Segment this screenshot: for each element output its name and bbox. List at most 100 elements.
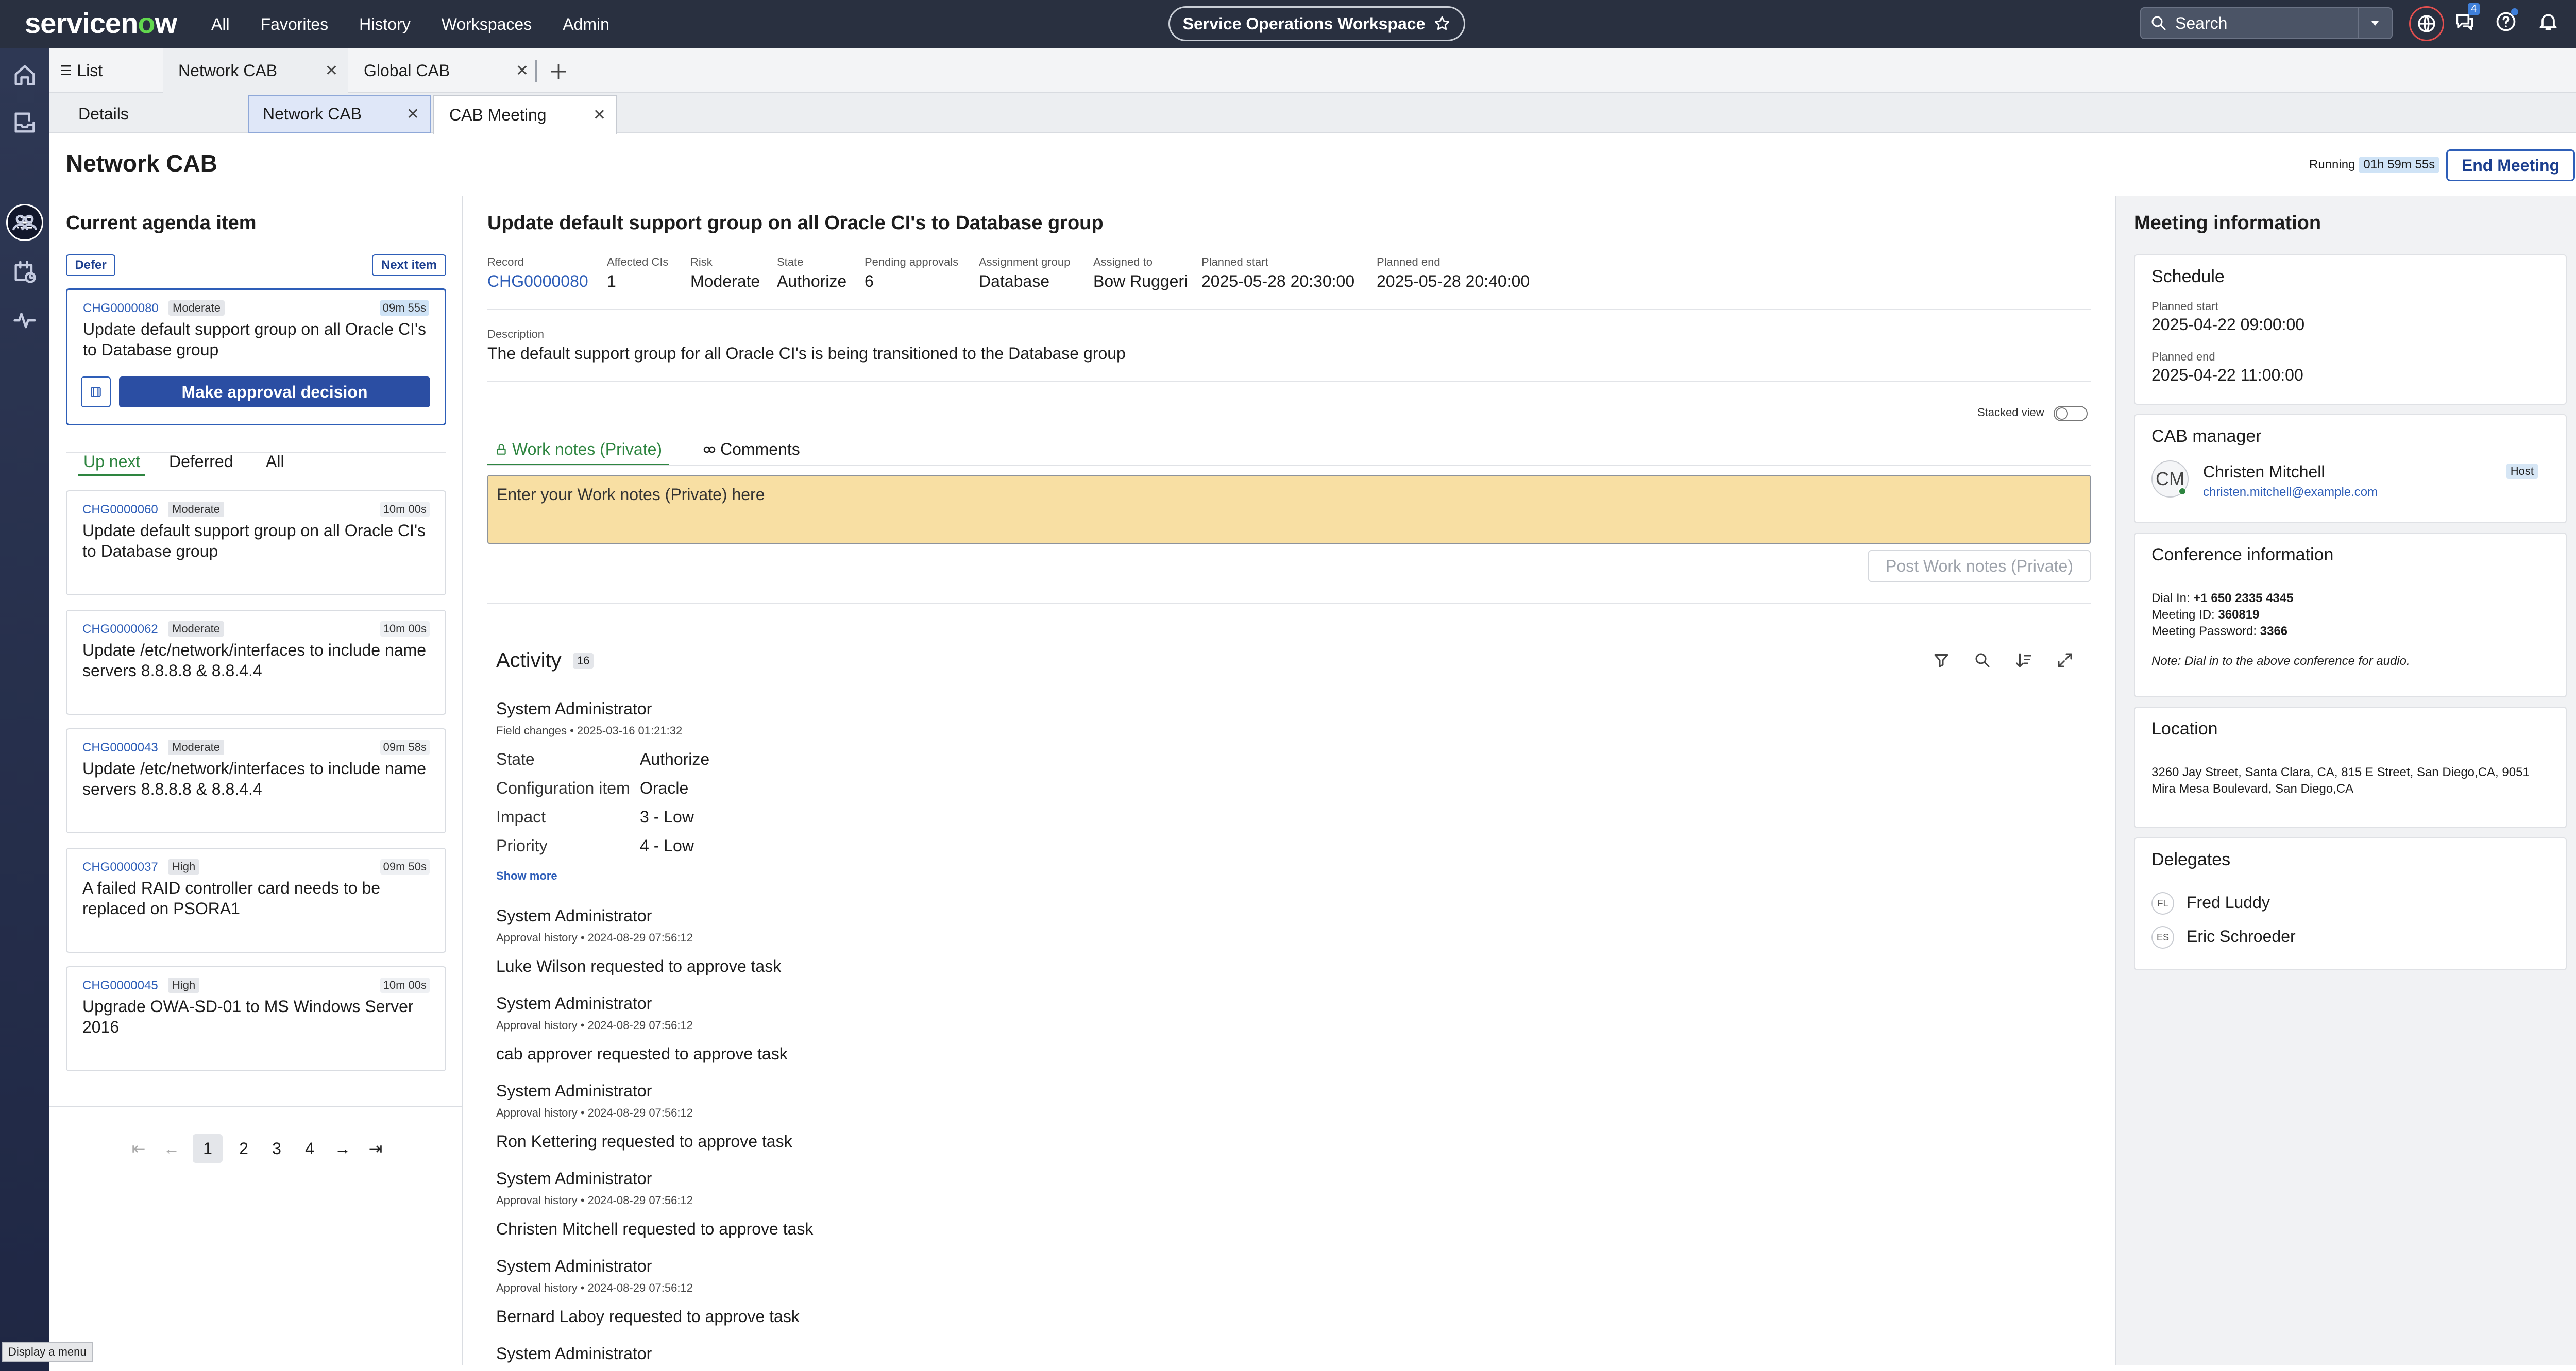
search-scope-dropdown[interactable] (2358, 8, 2392, 38)
tab-network-cab[interactable]: Network CAB ✕ (163, 48, 348, 93)
change-value: 3 - Low (640, 808, 694, 826)
post-work-notes-button[interactable]: Post Work notes (Private) (1868, 550, 2091, 582)
global-search[interactable]: Search (2140, 7, 2393, 39)
pause-button[interactable] (81, 376, 111, 407)
page-2[interactable]: 2 (232, 1139, 256, 1158)
star-icon[interactable] (1433, 15, 1451, 32)
tab-deferred[interactable]: Deferred (169, 452, 233, 471)
tab-all[interactable]: All (266, 452, 284, 471)
record-tabs: Details Network CAB ✕ CAB Meeting ✕ ⋯ (49, 93, 2576, 134)
meeting-info-heading: Meeting information (2134, 212, 2321, 234)
tab-global-cab[interactable]: Global CAB ✕ (353, 48, 539, 93)
close-icon[interactable]: ✕ (325, 62, 338, 80)
notifications-button[interactable] (2537, 10, 2563, 36)
tab-underline (487, 465, 2091, 466)
tab-up-next[interactable]: Up next (78, 452, 146, 476)
next-item-button[interactable]: Next item (372, 254, 446, 276)
agenda-title: Upgrade OWA-SD-01 to MS Windows Server 2… (82, 997, 414, 1036)
filter-button[interactable] (1932, 651, 1953, 672)
nav-workspaces[interactable]: Workspaces (442, 15, 532, 34)
servicenow-logo[interactable]: servicenow (25, 6, 177, 40)
agenda-item[interactable]: CHG0000043 Moderate 09m 58s Update /etc/… (66, 728, 446, 833)
page-3[interactable]: 3 (265, 1139, 289, 1158)
rail-home[interactable] (11, 62, 38, 89)
close-icon[interactable]: ✕ (593, 106, 606, 124)
change-number[interactable]: CHG0000043 (82, 741, 158, 755)
activity-author: System Administrator (496, 699, 652, 718)
first-page-icon[interactable]: ⇤ (127, 1139, 150, 1158)
manager-avatar: CM (2151, 460, 2189, 498)
workspace-pill[interactable]: Service Operations Workspace (1168, 6, 1465, 41)
home-icon (14, 65, 35, 85)
search-input[interactable]: Search (2175, 14, 2227, 33)
risk-tag: High (168, 978, 200, 993)
agenda-time: 10m 00s (380, 978, 430, 993)
last-page-icon[interactable]: ⇥ (364, 1139, 387, 1158)
rail-activity[interactable] (11, 306, 38, 333)
field-label: State (777, 255, 804, 268)
tab-cab-meeting[interactable]: CAB Meeting ✕ (433, 95, 617, 134)
field-value: Database (979, 272, 1049, 290)
chat-button[interactable]: 4 (2453, 3, 2480, 36)
rail-groups[interactable] (11, 209, 38, 236)
pulse-icon (13, 313, 36, 329)
agenda-item[interactable]: CHG0000060 Moderate 10m 00s Update defau… (66, 490, 446, 595)
tab-label: Network CAB (178, 61, 278, 80)
field-label: Planned end (1377, 255, 1440, 268)
agenda-title: A failed RAID controller card needs to b… (82, 879, 381, 918)
next-page-icon[interactable]: → (331, 1139, 354, 1158)
pagination-divider (49, 1106, 462, 1107)
search-icon (1975, 653, 1990, 667)
tab-details[interactable]: Details (63, 95, 228, 133)
agenda-heading: Current agenda item (66, 212, 257, 234)
end-meeting-button[interactable]: End Meeting (2446, 149, 2575, 181)
defer-button[interactable]: Defer (66, 254, 115, 276)
agenda-item[interactable]: CHG0000045 High 10m 00s Upgrade OWA-SD-0… (66, 966, 446, 1071)
work-notes-input[interactable]: Enter your Work notes (Private) here (487, 475, 2091, 544)
location-line-2: Mira Mesa Boulevard, San Diego,CA (2151, 782, 2354, 796)
sort-button[interactable] (2014, 651, 2035, 672)
nav-admin[interactable]: Admin (563, 15, 609, 34)
current-agenda-card[interactable]: CHG0000080 Moderate 09m 55s Update defau… (66, 288, 446, 425)
nav-favorites[interactable]: Favorites (261, 15, 329, 34)
field-value: 6 (865, 272, 874, 290)
change-number[interactable]: CHG0000037 (82, 860, 158, 875)
change-number[interactable]: CHG0000060 (82, 503, 158, 517)
make-approval-decision-button[interactable]: Make approval decision (119, 376, 430, 407)
help-button[interactable] (2495, 8, 2520, 36)
page-4[interactable]: 4 (298, 1139, 321, 1158)
page-title: Network CAB (66, 150, 217, 177)
search-activity-button[interactable] (1973, 651, 1994, 672)
schedule-heading: Schedule (2151, 267, 2225, 286)
field-value: 1 (607, 272, 616, 290)
scope-button[interactable] (2409, 6, 2444, 41)
tab-work-notes[interactable]: Work notes (Private) (487, 440, 670, 466)
change-number[interactable]: CHG0000045 (82, 979, 158, 993)
tab-comments[interactable]: Comments (702, 440, 800, 459)
manager-email[interactable]: christen.mitchell@example.com (2203, 485, 2378, 500)
expand-button[interactable] (2056, 651, 2076, 672)
page-1[interactable]: 1 (193, 1134, 223, 1163)
change-number[interactable]: CHG0000062 (82, 622, 158, 637)
agenda-time: 09m 50s (380, 859, 430, 875)
filter-icon (1934, 654, 1948, 667)
agenda-item[interactable]: CHG0000062 Moderate 10m 00s Update /etc/… (66, 610, 446, 715)
prev-page-icon[interactable]: ← (160, 1139, 183, 1158)
rail-calendar[interactable] (11, 259, 38, 285)
nav-history[interactable]: History (359, 15, 411, 34)
stacked-view-toggle[interactable] (2054, 406, 2088, 421)
risk-tag: High (168, 859, 200, 875)
tooltip: Display a menu (2, 1342, 93, 1362)
agenda-item[interactable]: CHG0000037 High 09m 50s A failed RAID co… (66, 848, 446, 953)
add-tab-button[interactable]: ＋ (548, 48, 574, 93)
show-more-link[interactable]: Show more (496, 869, 557, 883)
nav-all[interactable]: All (211, 15, 230, 34)
change-number[interactable]: CHG0000080 (83, 301, 159, 316)
close-icon[interactable]: ✕ (406, 105, 419, 123)
field-value: Authorize (777, 272, 847, 290)
record-number-link[interactable]: CHG0000080 (487, 272, 588, 291)
close-icon[interactable]: ✕ (516, 62, 529, 80)
tab-list[interactable]: ☰ List (60, 48, 158, 93)
tab-network-cab-record[interactable]: Network CAB ✕ (248, 95, 431, 133)
rail-inbox[interactable] (11, 109, 38, 136)
